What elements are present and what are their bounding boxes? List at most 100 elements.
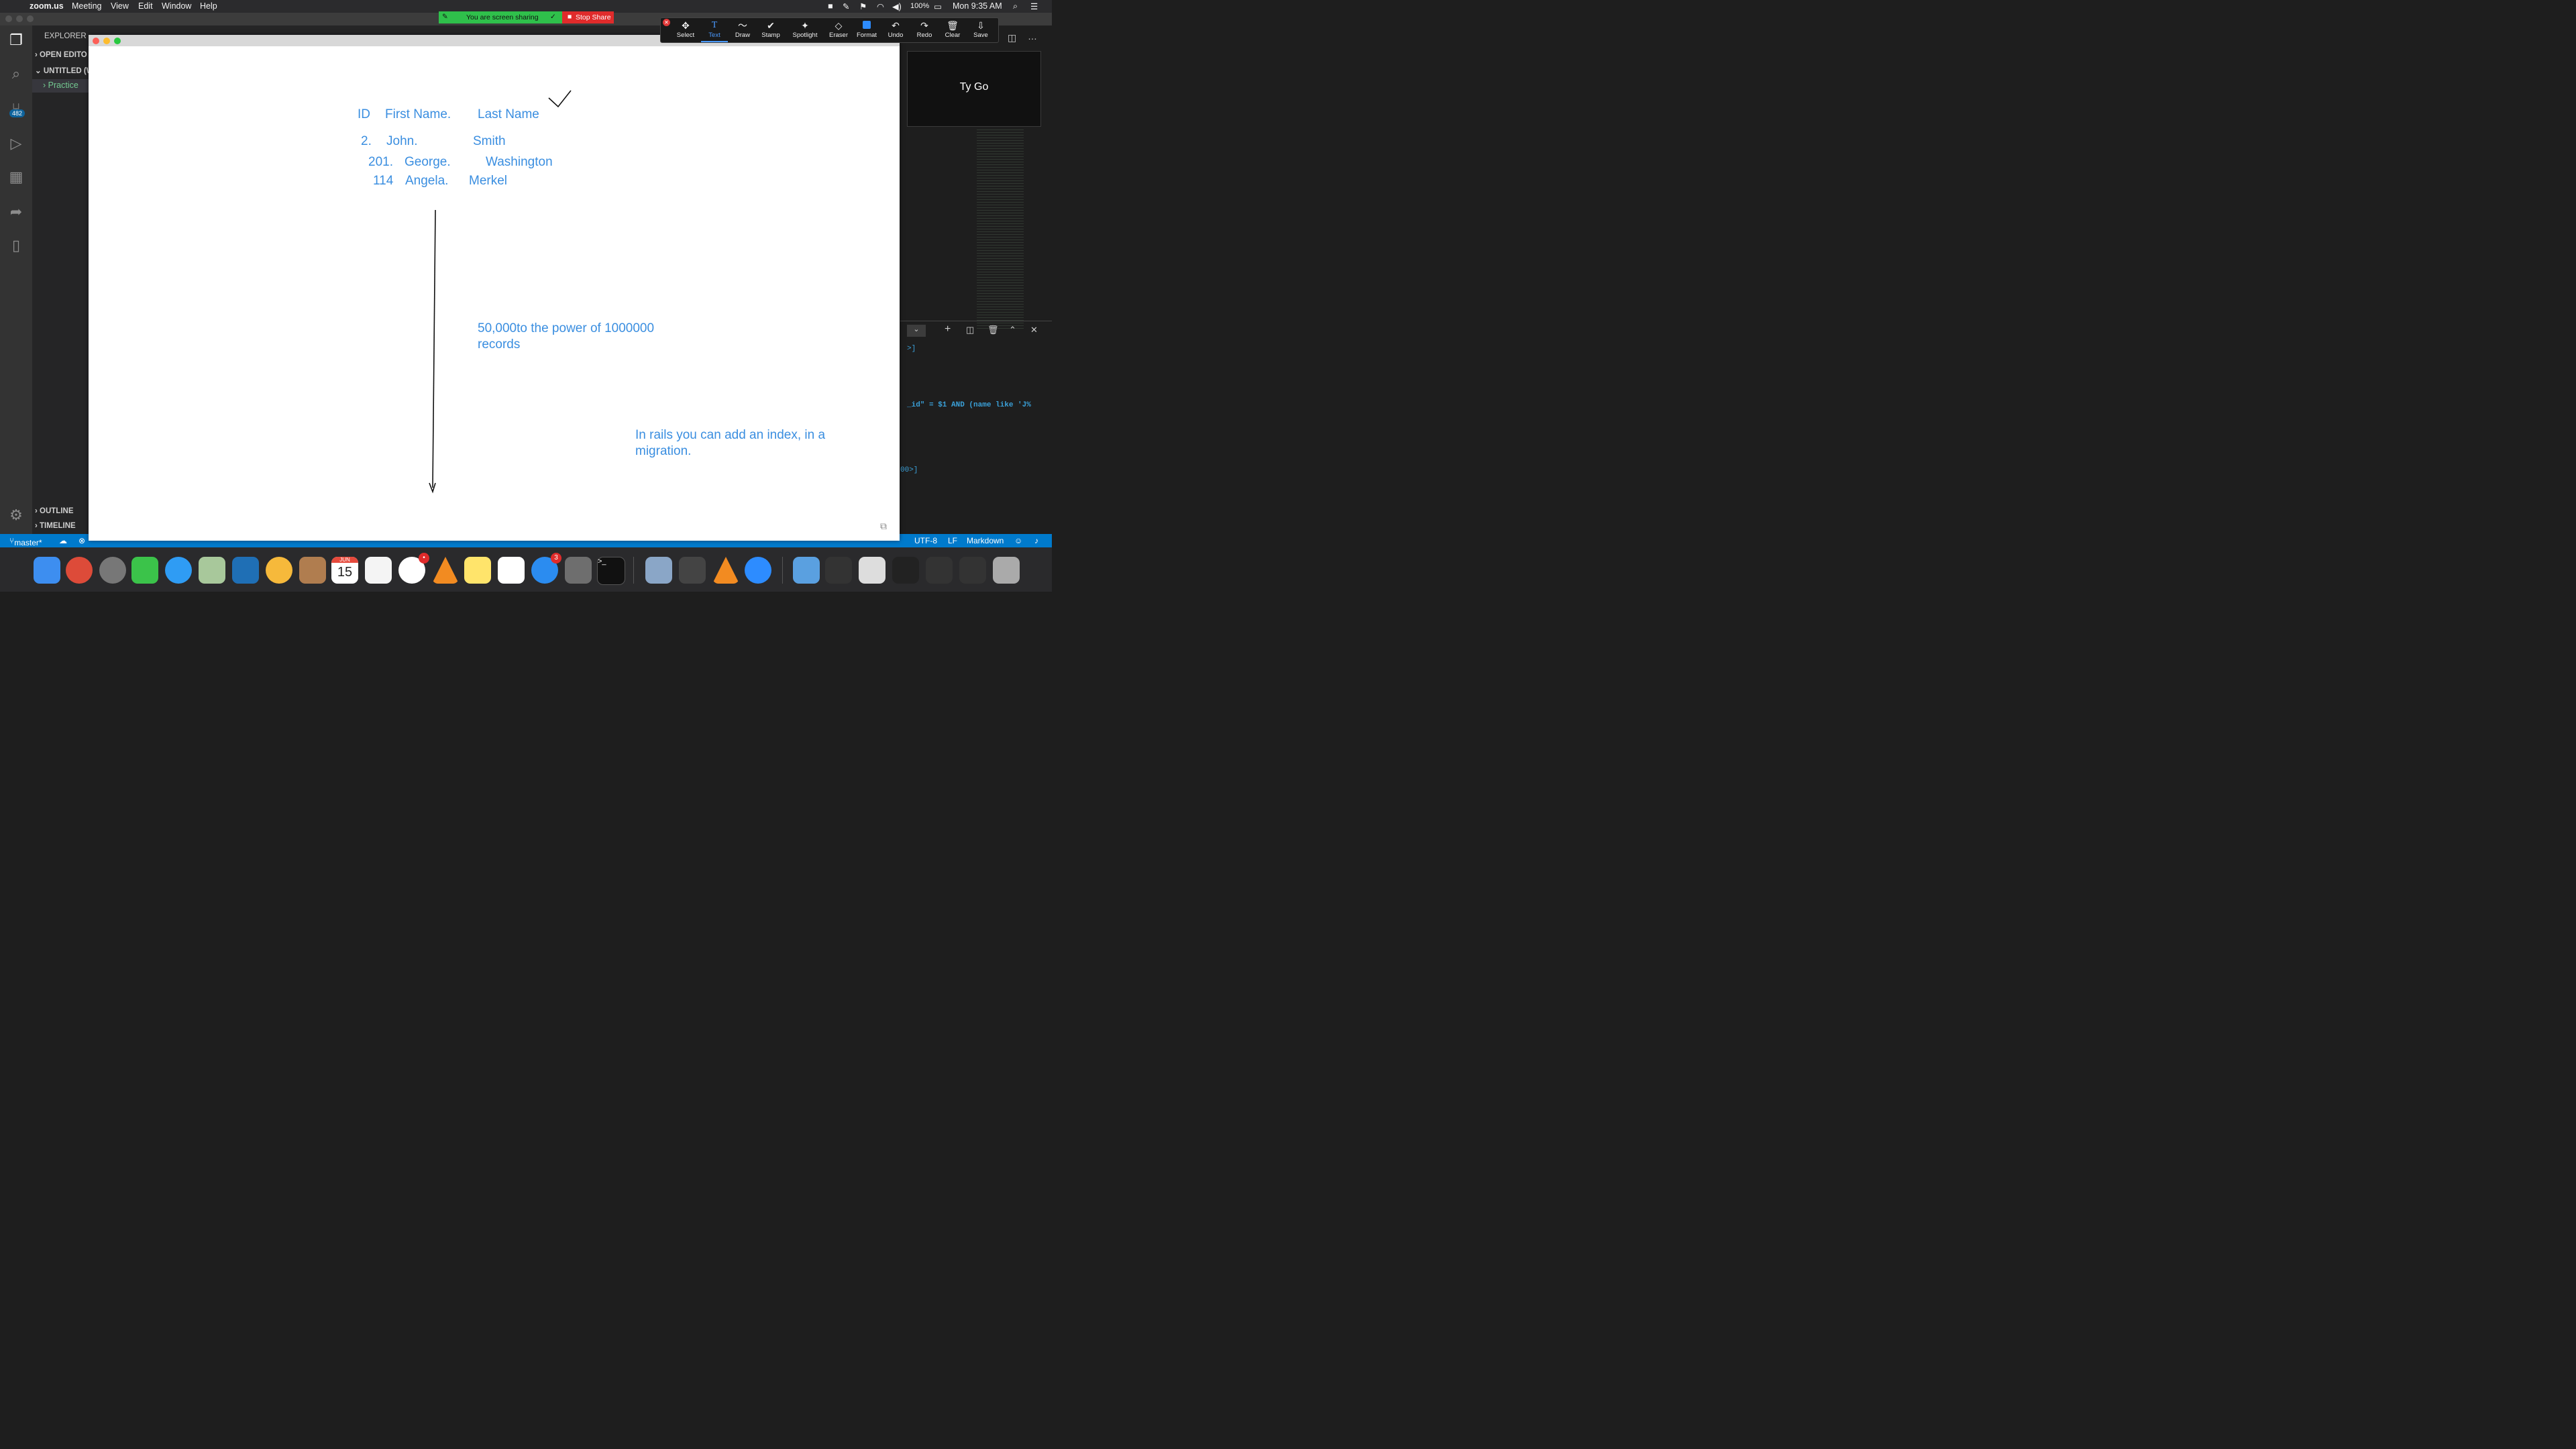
encoding-indicator[interactable]: UTF-8: [914, 536, 937, 545]
app-store-icon[interactable]: 3: [531, 553, 561, 584]
close-toolbar-button[interactable]: ✕: [663, 19, 670, 26]
eol-indicator[interactable]: LF: [948, 536, 957, 545]
maximize-panel-icon[interactable]: ⌃: [1009, 325, 1016, 335]
terminal-line-1: >]: [907, 345, 916, 353]
window-close-button[interactable]: [5, 15, 12, 22]
battery-icon[interactable]: ▭: [934, 1, 942, 11]
menu-edit[interactable]: Edit: [138, 1, 153, 11]
tool-eraser[interactable]: ◇ Eraser: [825, 19, 852, 41]
minimized-window-2[interactable]: [859, 557, 885, 584]
launchpad-icon[interactable]: [99, 557, 126, 584]
text-icon: T: [711, 20, 718, 30]
menu-help[interactable]: Help: [200, 1, 217, 11]
sync-icon[interactable]: ☁: [59, 536, 67, 545]
tool-stamp[interactable]: ✔ Stamp: [757, 19, 784, 41]
menu-meeting[interactable]: Meeting: [72, 1, 101, 11]
split-terminal-icon[interactable]: ◫: [966, 325, 974, 335]
split-editor-icon[interactable]: ◫: [1008, 32, 1016, 44]
stop-share-button[interactable]: ■ Stop Share: [562, 11, 614, 23]
minimap[interactable]: [977, 127, 1024, 329]
flag-icon[interactable]: ⚑: [859, 1, 867, 11]
new-terminal-icon[interactable]: +: [945, 323, 951, 335]
checkmark-stroke[interactable]: [548, 90, 572, 108]
zoom-icon[interactable]: [745, 557, 771, 584]
notes-icon[interactable]: [464, 557, 491, 584]
whiteboard-window[interactable]: ID First Name. Last Name 2. John. Smith …: [89, 35, 900, 541]
timeline-section[interactable]: › TIMELINE: [35, 522, 76, 530]
more-actions-icon[interactable]: …: [1028, 31, 1037, 42]
messages-icon[interactable]: [165, 557, 192, 584]
chrome-icon[interactable]: [66, 557, 93, 584]
share-whiteboard-icon[interactable]: ⧉: [880, 521, 887, 532]
facetime-icon[interactable]: [131, 557, 158, 584]
system-preferences-icon[interactable]: [565, 557, 592, 584]
menu-clock[interactable]: Mon 9:35 AM: [953, 1, 1002, 11]
minimized-window-3[interactable]: [892, 557, 919, 584]
tool-redo[interactable]: ↷ Redo: [911, 19, 938, 41]
minimized-window-1[interactable]: [825, 557, 852, 584]
search-icon[interactable]: ⌕: [7, 64, 25, 83]
open-editors-section[interactable]: › OPEN EDITO: [35, 51, 87, 59]
practice-folder[interactable]: › Practice: [32, 79, 89, 93]
branch-indicator[interactable]: ⑂ master*: [9, 536, 42, 547]
tool-save[interactable]: ⇩ Save: [967, 19, 994, 41]
printer-icon[interactable]: [679, 557, 706, 584]
tool-draw[interactable]: 〜 Draw: [729, 19, 756, 41]
spotlight-search-icon[interactable]: ⌕: [1013, 1, 1018, 11]
window-zoom-button[interactable]: [27, 15, 34, 22]
terminal-select-dropdown[interactable]: ⌄: [907, 325, 926, 337]
bell-icon[interactable]: ♪: [1034, 536, 1038, 545]
notification-center-icon[interactable]: ☰: [1030, 1, 1038, 11]
slack-status-icon[interactable]: ✎: [843, 1, 849, 11]
menu-app-name[interactable]: zoom.us: [30, 1, 64, 11]
participant-video[interactable]: Ty Go: [907, 51, 1041, 127]
zoom-status-icon[interactable]: ■: [828, 1, 833, 11]
live-share-icon[interactable]: ➦: [7, 203, 25, 221]
tool-text[interactable]: T Text: [701, 19, 728, 42]
wifi-icon[interactable]: ◠: [877, 1, 884, 11]
finder-icon[interactable]: [34, 557, 60, 584]
feedback-icon[interactable]: ☺: [1014, 536, 1022, 545]
note-records[interactable]: 50,000to the power of 1000000 records: [478, 321, 654, 353]
volume-icon[interactable]: ◀): [892, 1, 902, 11]
tool-select[interactable]: ✥ Select: [672, 19, 699, 41]
window-minimize-button[interactable]: [16, 15, 23, 22]
gear-icon[interactable]: ⚙: [7, 506, 25, 525]
tool-format[interactable]: Format: [853, 19, 880, 41]
arrow-line[interactable]: [432, 209, 436, 488]
minimized-window-5[interactable]: [959, 557, 986, 584]
explorer-icon[interactable]: ❐: [7, 31, 25, 50]
calendar-icon[interactable]: JUN 15: [331, 557, 358, 584]
minimized-window-4[interactable]: [926, 557, 953, 584]
problems-icon[interactable]: ⊗: [78, 536, 85, 545]
reminders-icon[interactable]: [365, 557, 392, 584]
vlc-icon[interactable]: [432, 557, 459, 584]
maps-icon[interactable]: [199, 557, 225, 584]
tool-undo[interactable]: ↶ Undo: [882, 19, 909, 41]
sharing-status[interactable]: ✎ You are screen sharing ✓: [439, 11, 562, 23]
preview-icon[interactable]: [645, 557, 672, 584]
terminal-icon[interactable]: >_: [597, 557, 625, 585]
kill-terminal-icon[interactable]: 🗑: [987, 325, 999, 335]
outline-section[interactable]: › OUTLINE: [35, 507, 74, 515]
vlc-recent-icon[interactable]: [712, 557, 739, 584]
extensions-icon[interactable]: ▦: [7, 168, 25, 186]
remote-explorer-icon[interactable]: ▯: [7, 236, 25, 255]
trash-icon[interactable]: [993, 557, 1020, 584]
contacts-icon[interactable]: [299, 557, 326, 584]
menu-view[interactable]: View: [111, 1, 129, 11]
downloads-folder-icon[interactable]: [793, 557, 820, 584]
language-mode[interactable]: Markdown: [967, 536, 1004, 545]
vscode-icon[interactable]: [232, 557, 259, 584]
close-panel-icon[interactable]: ✕: [1030, 325, 1038, 335]
photos-icon[interactable]: [266, 557, 292, 584]
note-rails-index[interactable]: In rails you can add an index, in a migr…: [635, 427, 825, 460]
tool-spotlight[interactable]: ✦ Spotlight: [792, 19, 818, 41]
menu-window[interactable]: Window: [162, 1, 191, 11]
numbers-icon[interactable]: [498, 557, 525, 584]
note-records-line1: 50,000to the power of 1000000: [478, 321, 655, 335]
slack-icon[interactable]: •: [398, 553, 429, 584]
tool-clear[interactable]: 🗑 Clear: [939, 19, 966, 41]
workspace-section[interactable]: ⌄ UNTITLED (W: [35, 66, 94, 75]
run-debug-icon[interactable]: ▷: [7, 134, 25, 153]
